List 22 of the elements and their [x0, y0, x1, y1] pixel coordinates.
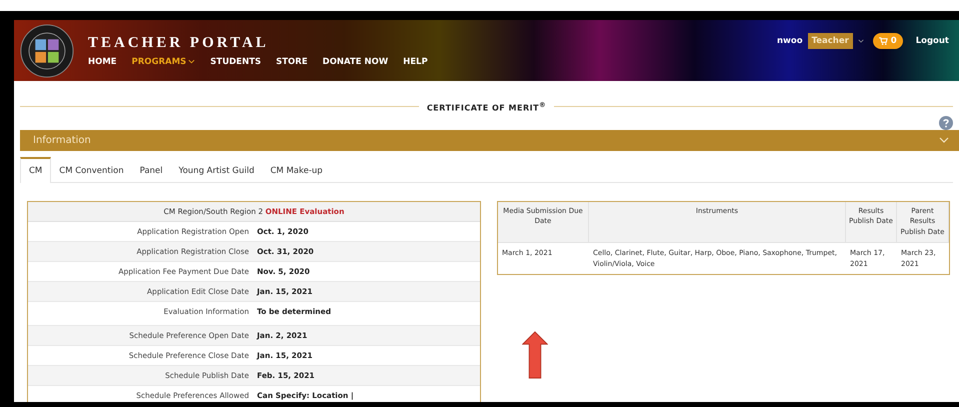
- cart-icon: [878, 36, 888, 44]
- panel-title: Information: [33, 134, 91, 146]
- nav-link[interactable]: HOME: [88, 56, 117, 66]
- chevron-down-icon: [858, 38, 864, 42]
- chevron-icon: [939, 137, 949, 144]
- logout-link[interactable]: Logout: [916, 36, 949, 46]
- tab[interactable]: Young Artist Guild: [170, 156, 262, 182]
- page-title: CERTIFICATE OF MERIT$^{®}$: [426, 101, 546, 113]
- chevron-down-icon: [188, 59, 196, 64]
- nav-link[interactable]: STUDENTS: [210, 56, 262, 66]
- tab[interactable]: Panel: [132, 156, 171, 182]
- association-logo-icon: [20, 24, 74, 78]
- nav-link[interactable]: HELP: [403, 56, 428, 66]
- tab[interactable]: CM Make-up: [262, 156, 331, 182]
- tab[interactable]: CM: [20, 156, 52, 183]
- nav-link[interactable]: DONATE NOW: [322, 56, 388, 66]
- nav-link[interactable]: PROGRAMS: [132, 56, 196, 66]
- user-name: nwoo: [776, 36, 803, 46]
- tab[interactable]: CM Convention: [51, 156, 132, 182]
- help-icon[interactable]: [939, 116, 953, 130]
- portal-title: TEACHER PORTAL: [88, 34, 270, 52]
- nav-link[interactable]: STORE: [276, 56, 308, 66]
